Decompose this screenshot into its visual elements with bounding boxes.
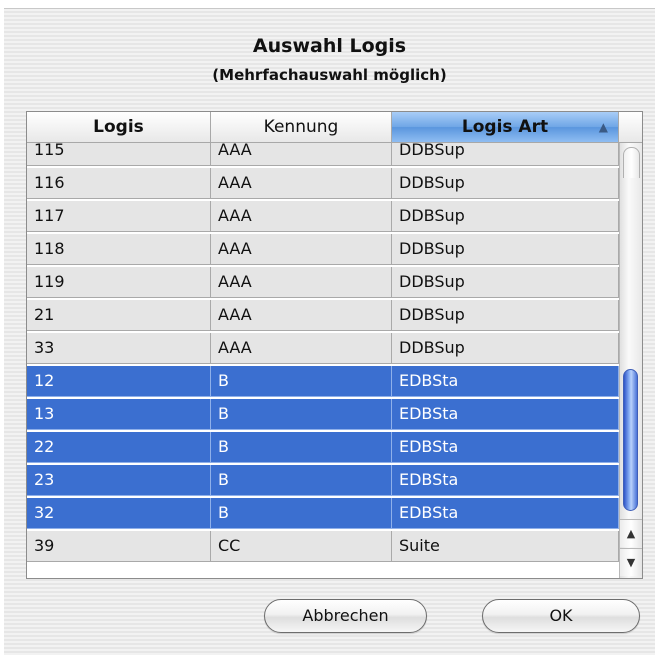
table-row[interactable]: 116 AAA DDBSup [27, 168, 619, 199]
cell-logis: 119 [27, 267, 211, 298]
column-header-kennung[interactable]: Kennung [211, 112, 392, 142]
dialog-subtitle: (Mehrfachauswahl möglich) [212, 66, 447, 84]
cell-logis-art: DDBSup [392, 168, 619, 199]
cell-kennung: B [211, 399, 392, 430]
cell-logis: 32 [27, 498, 211, 529]
cell-kennung: AAA [211, 168, 392, 199]
cell-logis-art: DDBSup [392, 300, 619, 331]
table-row[interactable]: 21 AAA DDBSup [27, 300, 619, 331]
cell-logis: 115 [27, 143, 211, 166]
cell-kennung: AAA [211, 143, 392, 166]
table-row[interactable]: 39 CC Suite [27, 531, 619, 562]
column-header-logis-art[interactable]: Logis Art ▲ [392, 112, 619, 142]
cell-logis-art: DDBSup [392, 143, 619, 166]
cell-logis-art: Suite [392, 531, 619, 562]
cell-kennung: B [211, 432, 392, 463]
scroll-down-arrow-icon[interactable]: ▼ [620, 548, 642, 576]
sort-ascending-icon: ▲ [598, 120, 608, 134]
logis-selection-dialog: Auswahl Logis (Mehrfachauswahl möglich) … [4, 8, 655, 655]
table-row[interactable]: 32 B EDBSta [27, 498, 619, 529]
cell-kennung: AAA [211, 333, 392, 364]
cell-logis: 22 [27, 432, 211, 463]
table-row[interactable]: 33 AAA DDBSup [27, 333, 619, 364]
cell-kennung: AAA [211, 234, 392, 265]
table-body: 115 AAA DDBSup 116 AAA DDBSup 117 AAA DDBSup 118 A… [27, 143, 619, 578]
cell-kennung: CC [211, 531, 392, 562]
table-row[interactable]: 23 B EDBSta [27, 465, 619, 496]
cell-kennung: B [211, 465, 392, 496]
cell-logis-art: DDBSup [392, 267, 619, 298]
cell-logis-art: EDBSta [392, 465, 619, 496]
cell-logis-art: EDBSta [392, 399, 619, 430]
cell-logis: 116 [27, 168, 211, 199]
cell-logis: 21 [27, 300, 211, 331]
cell-kennung: AAA [211, 267, 392, 298]
table-row[interactable]: 117 AAA DDBSup [27, 201, 619, 232]
table-row[interactable]: 22 B EDBSta [27, 432, 619, 463]
cell-kennung: B [211, 366, 392, 397]
table-row[interactable]: 119 AAA DDBSup [27, 267, 619, 298]
vertical-scrollbar[interactable]: ▲ ▼ [619, 143, 642, 578]
cell-logis: 23 [27, 465, 211, 496]
table-row[interactable]: 118 AAA DDBSup [27, 234, 619, 265]
ok-button[interactable]: OK [482, 599, 640, 633]
dialog-title: Auswahl Logis [252, 35, 407, 57]
cell-logis: 117 [27, 201, 211, 232]
cell-logis-art: EDBSta [392, 366, 619, 397]
cell-logis: 12 [27, 366, 211, 397]
scrollbar-thumb[interactable] [623, 369, 638, 511]
table-header: Logis Kennung Logis Art ▲ [27, 112, 642, 143]
column-header-logis[interactable]: Logis [27, 112, 211, 142]
table-row[interactable]: 115 AAA DDBSup [27, 143, 619, 166]
cell-kennung: B [211, 498, 392, 529]
cell-logis-art: EDBSta [392, 432, 619, 463]
table-row[interactable]: 13 B EDBSta [27, 399, 619, 430]
cell-kennung: AAA [211, 300, 392, 331]
cancel-button[interactable]: Abbrechen [264, 599, 427, 633]
cell-logis: 33 [27, 333, 211, 364]
cell-kennung: AAA [211, 201, 392, 232]
cell-logis: 13 [27, 399, 211, 430]
cell-logis-art: DDBSup [392, 234, 619, 265]
cell-logis: 118 [27, 234, 211, 265]
column-header-logis-art-label: Logis Art [461, 117, 549, 137]
cell-logis-art: DDBSup [392, 201, 619, 232]
cell-logis-art: DDBSup [392, 333, 619, 364]
cell-logis-art: EDBSta [392, 498, 619, 529]
table-row[interactable]: 12 B EDBSta [27, 366, 619, 397]
scrollbar-track-cap [623, 147, 640, 178]
scroll-up-arrow-icon[interactable]: ▲ [620, 519, 642, 547]
logis-table: Logis Kennung Logis Art ▲ 115 AAA DDBSup 11… [26, 111, 643, 579]
cell-logis: 39 [27, 531, 211, 562]
